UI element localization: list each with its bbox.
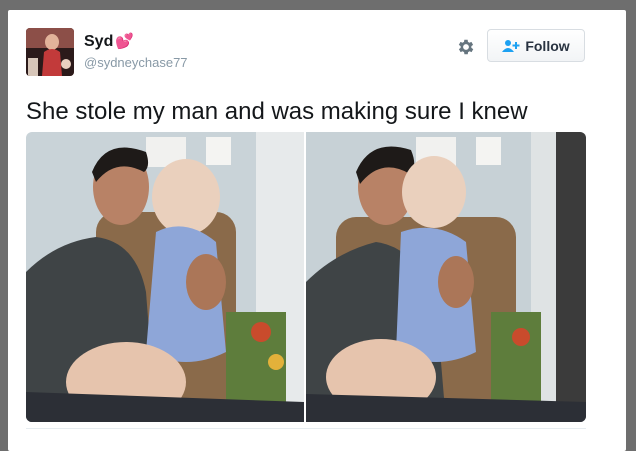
follow-label: Follow	[525, 37, 570, 54]
tweet-photo-2[interactable]	[306, 132, 586, 422]
tweet-photo-1[interactable]	[26, 132, 304, 422]
avatar[interactable]	[26, 28, 74, 76]
heart-emoji-icon: 💕	[115, 33, 135, 50]
add-person-icon	[502, 39, 520, 53]
gear-icon[interactable]	[456, 37, 476, 57]
divider	[26, 428, 586, 429]
follow-button[interactable]: Follow	[487, 29, 585, 62]
display-name-text: Syd	[84, 33, 114, 50]
display-name[interactable]: Syd 💕	[84, 32, 134, 51]
tweet-text: She stole my man and was making sure I k…	[26, 98, 528, 125]
user-handle[interactable]: @sydneychase77	[84, 55, 188, 70]
